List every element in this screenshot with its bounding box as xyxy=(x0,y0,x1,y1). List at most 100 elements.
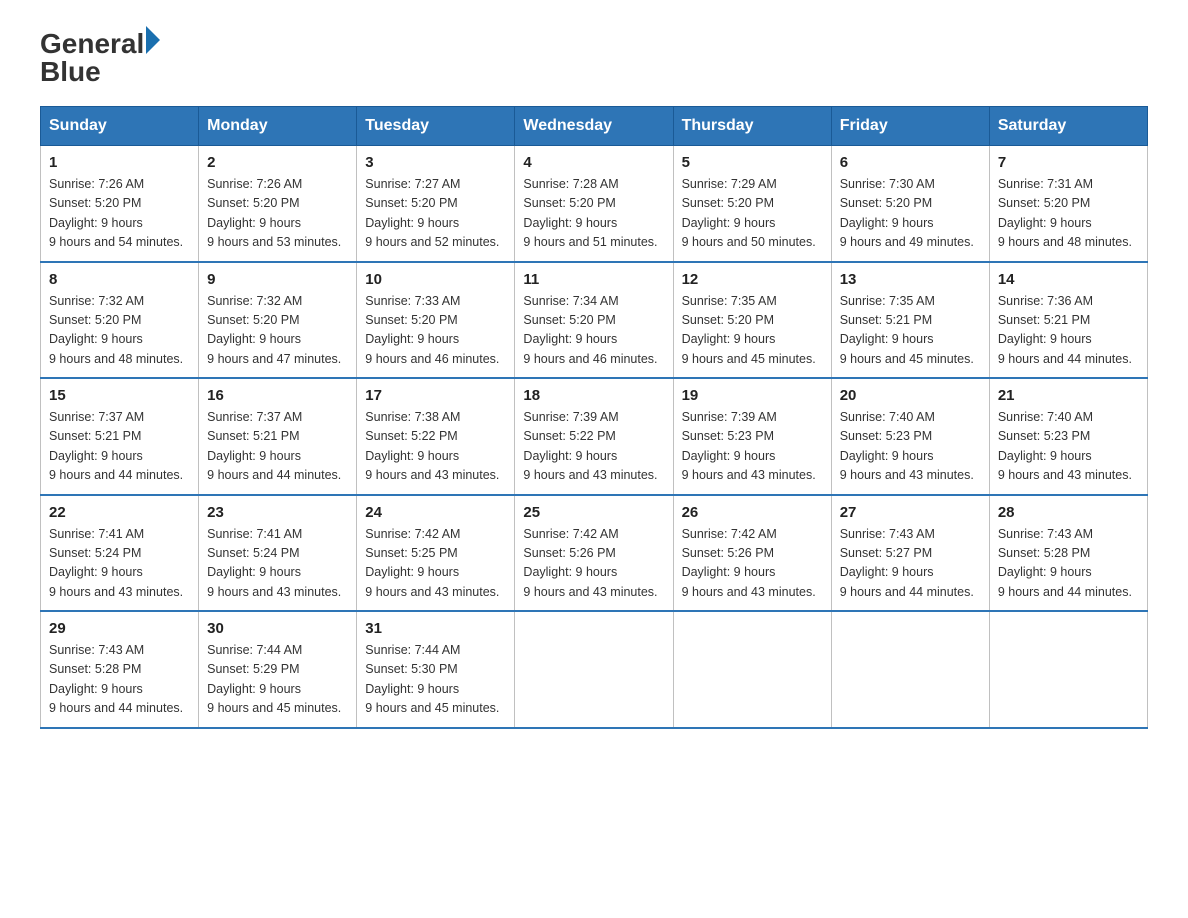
day-info: Sunrise: 7:44 AMSunset: 5:30 PMDaylight:… xyxy=(365,643,499,715)
day-number: 29 xyxy=(49,620,190,637)
day-info: Sunrise: 7:37 AMSunset: 5:21 PMDaylight:… xyxy=(207,410,341,482)
day-number: 1 xyxy=(49,154,190,171)
day-info: Sunrise: 7:41 AMSunset: 5:24 PMDaylight:… xyxy=(207,527,341,599)
day-number: 22 xyxy=(49,504,190,521)
day-cell-12: 12 Sunrise: 7:35 AMSunset: 5:20 PMDaylig… xyxy=(673,262,831,379)
day-cell-26: 26 Sunrise: 7:42 AMSunset: 5:26 PMDaylig… xyxy=(673,495,831,612)
day-cell-9: 9 Sunrise: 7:32 AMSunset: 5:20 PMDayligh… xyxy=(199,262,357,379)
day-number: 8 xyxy=(49,271,190,288)
week-row-3: 15 Sunrise: 7:37 AMSunset: 5:21 PMDaylig… xyxy=(41,378,1148,495)
day-number: 27 xyxy=(840,504,981,521)
day-cell-24: 24 Sunrise: 7:42 AMSunset: 5:25 PMDaylig… xyxy=(357,495,515,612)
day-number: 28 xyxy=(998,504,1139,521)
day-cell-17: 17 Sunrise: 7:38 AMSunset: 5:22 PMDaylig… xyxy=(357,378,515,495)
day-info: Sunrise: 7:32 AMSunset: 5:20 PMDaylight:… xyxy=(207,294,341,366)
day-cell-16: 16 Sunrise: 7:37 AMSunset: 5:21 PMDaylig… xyxy=(199,378,357,495)
day-cell-2: 2 Sunrise: 7:26 AMSunset: 5:20 PMDayligh… xyxy=(199,146,357,262)
day-number: 13 xyxy=(840,271,981,288)
day-info: Sunrise: 7:41 AMSunset: 5:24 PMDaylight:… xyxy=(49,527,183,599)
day-number: 3 xyxy=(365,154,506,171)
day-info: Sunrise: 7:42 AMSunset: 5:25 PMDaylight:… xyxy=(365,527,499,599)
page-header: General Blue xyxy=(40,30,1148,86)
day-info: Sunrise: 7:39 AMSunset: 5:23 PMDaylight:… xyxy=(682,410,816,482)
day-info: Sunrise: 7:38 AMSunset: 5:22 PMDaylight:… xyxy=(365,410,499,482)
day-info: Sunrise: 7:39 AMSunset: 5:22 PMDaylight:… xyxy=(523,410,657,482)
day-cell-1: 1 Sunrise: 7:26 AMSunset: 5:20 PMDayligh… xyxy=(41,146,199,262)
header-wednesday: Wednesday xyxy=(515,107,673,146)
day-cell-4: 4 Sunrise: 7:28 AMSunset: 5:20 PMDayligh… xyxy=(515,146,673,262)
day-number: 11 xyxy=(523,271,664,288)
day-number: 31 xyxy=(365,620,506,637)
empty-cell xyxy=(673,611,831,728)
day-cell-28: 28 Sunrise: 7:43 AMSunset: 5:28 PMDaylig… xyxy=(989,495,1147,612)
day-cell-29: 29 Sunrise: 7:43 AMSunset: 5:28 PMDaylig… xyxy=(41,611,199,728)
day-cell-22: 22 Sunrise: 7:41 AMSunset: 5:24 PMDaylig… xyxy=(41,495,199,612)
day-cell-11: 11 Sunrise: 7:34 AMSunset: 5:20 PMDaylig… xyxy=(515,262,673,379)
day-number: 4 xyxy=(523,154,664,171)
day-info: Sunrise: 7:32 AMSunset: 5:20 PMDaylight:… xyxy=(49,294,183,366)
day-cell-3: 3 Sunrise: 7:27 AMSunset: 5:20 PMDayligh… xyxy=(357,146,515,262)
empty-cell xyxy=(515,611,673,728)
day-cell-8: 8 Sunrise: 7:32 AMSunset: 5:20 PMDayligh… xyxy=(41,262,199,379)
calendar-header-row: SundayMondayTuesdayWednesdayThursdayFrid… xyxy=(41,107,1148,146)
day-info: Sunrise: 7:42 AMSunset: 5:26 PMDaylight:… xyxy=(682,527,816,599)
day-info: Sunrise: 7:28 AMSunset: 5:20 PMDaylight:… xyxy=(523,177,657,249)
day-info: Sunrise: 7:35 AMSunset: 5:21 PMDaylight:… xyxy=(840,294,974,366)
day-number: 17 xyxy=(365,387,506,404)
header-sunday: Sunday xyxy=(41,107,199,146)
day-cell-14: 14 Sunrise: 7:36 AMSunset: 5:21 PMDaylig… xyxy=(989,262,1147,379)
day-cell-10: 10 Sunrise: 7:33 AMSunset: 5:20 PMDaylig… xyxy=(357,262,515,379)
day-info: Sunrise: 7:40 AMSunset: 5:23 PMDaylight:… xyxy=(998,410,1132,482)
day-number: 14 xyxy=(998,271,1139,288)
day-number: 15 xyxy=(49,387,190,404)
week-row-4: 22 Sunrise: 7:41 AMSunset: 5:24 PMDaylig… xyxy=(41,495,1148,612)
day-cell-25: 25 Sunrise: 7:42 AMSunset: 5:26 PMDaylig… xyxy=(515,495,673,612)
day-cell-30: 30 Sunrise: 7:44 AMSunset: 5:29 PMDaylig… xyxy=(199,611,357,728)
week-row-2: 8 Sunrise: 7:32 AMSunset: 5:20 PMDayligh… xyxy=(41,262,1148,379)
day-info: Sunrise: 7:26 AMSunset: 5:20 PMDaylight:… xyxy=(49,177,183,249)
day-info: Sunrise: 7:43 AMSunset: 5:27 PMDaylight:… xyxy=(840,527,974,599)
day-info: Sunrise: 7:27 AMSunset: 5:20 PMDaylight:… xyxy=(365,177,499,249)
day-number: 12 xyxy=(682,271,823,288)
empty-cell xyxy=(989,611,1147,728)
day-cell-15: 15 Sunrise: 7:37 AMSunset: 5:21 PMDaylig… xyxy=(41,378,199,495)
day-cell-20: 20 Sunrise: 7:40 AMSunset: 5:23 PMDaylig… xyxy=(831,378,989,495)
day-number: 23 xyxy=(207,504,348,521)
logo-arrow-icon xyxy=(146,26,160,54)
day-cell-23: 23 Sunrise: 7:41 AMSunset: 5:24 PMDaylig… xyxy=(199,495,357,612)
header-tuesday: Tuesday xyxy=(357,107,515,146)
day-number: 26 xyxy=(682,504,823,521)
day-number: 7 xyxy=(998,154,1139,171)
empty-cell xyxy=(831,611,989,728)
day-number: 5 xyxy=(682,154,823,171)
header-monday: Monday xyxy=(199,107,357,146)
day-info: Sunrise: 7:30 AMSunset: 5:20 PMDaylight:… xyxy=(840,177,974,249)
week-row-1: 1 Sunrise: 7:26 AMSunset: 5:20 PMDayligh… xyxy=(41,146,1148,262)
day-info: Sunrise: 7:31 AMSunset: 5:20 PMDaylight:… xyxy=(998,177,1132,249)
day-cell-19: 19 Sunrise: 7:39 AMSunset: 5:23 PMDaylig… xyxy=(673,378,831,495)
header-saturday: Saturday xyxy=(989,107,1147,146)
day-info: Sunrise: 7:36 AMSunset: 5:21 PMDaylight:… xyxy=(998,294,1132,366)
day-info: Sunrise: 7:44 AMSunset: 5:29 PMDaylight:… xyxy=(207,643,341,715)
day-info: Sunrise: 7:43 AMSunset: 5:28 PMDaylight:… xyxy=(49,643,183,715)
day-info: Sunrise: 7:26 AMSunset: 5:20 PMDaylight:… xyxy=(207,177,341,249)
day-number: 24 xyxy=(365,504,506,521)
day-cell-27: 27 Sunrise: 7:43 AMSunset: 5:27 PMDaylig… xyxy=(831,495,989,612)
day-number: 9 xyxy=(207,271,348,288)
day-number: 20 xyxy=(840,387,981,404)
day-cell-21: 21 Sunrise: 7:40 AMSunset: 5:23 PMDaylig… xyxy=(989,378,1147,495)
day-number: 18 xyxy=(523,387,664,404)
day-cell-5: 5 Sunrise: 7:29 AMSunset: 5:20 PMDayligh… xyxy=(673,146,831,262)
day-cell-31: 31 Sunrise: 7:44 AMSunset: 5:30 PMDaylig… xyxy=(357,611,515,728)
day-info: Sunrise: 7:42 AMSunset: 5:26 PMDaylight:… xyxy=(523,527,657,599)
header-thursday: Thursday xyxy=(673,107,831,146)
day-info: Sunrise: 7:40 AMSunset: 5:23 PMDaylight:… xyxy=(840,410,974,482)
day-number: 21 xyxy=(998,387,1139,404)
day-number: 19 xyxy=(682,387,823,404)
week-row-5: 29 Sunrise: 7:43 AMSunset: 5:28 PMDaylig… xyxy=(41,611,1148,728)
day-cell-6: 6 Sunrise: 7:30 AMSunset: 5:20 PMDayligh… xyxy=(831,146,989,262)
day-cell-7: 7 Sunrise: 7:31 AMSunset: 5:20 PMDayligh… xyxy=(989,146,1147,262)
day-info: Sunrise: 7:43 AMSunset: 5:28 PMDaylight:… xyxy=(998,527,1132,599)
day-number: 6 xyxy=(840,154,981,171)
day-info: Sunrise: 7:34 AMSunset: 5:20 PMDaylight:… xyxy=(523,294,657,366)
